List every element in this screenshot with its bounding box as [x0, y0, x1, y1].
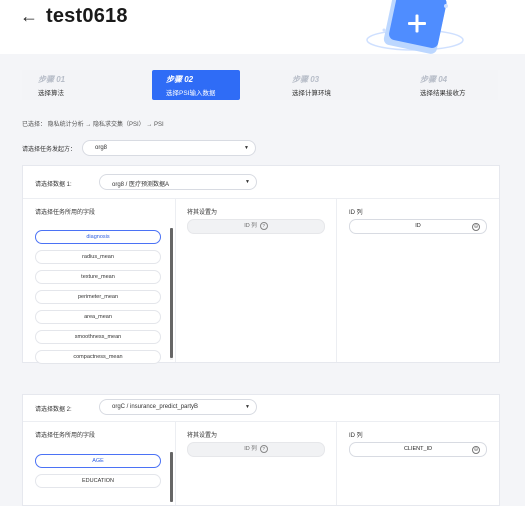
fields-scrollbar-thumb[interactable] [170, 452, 173, 502]
task-illustration-icon [366, 0, 464, 54]
field-item[interactable]: radius_mean [35, 250, 161, 264]
caret-down-icon: ▼ [245, 404, 250, 410]
step-1-label: 选择算法 [38, 90, 64, 97]
dataset-2-select[interactable]: orgC / insurance_predict_partyB ▼ [99, 399, 257, 415]
set-as-id-label: ID 列 [244, 446, 257, 452]
set-as-id-button[interactable]: ID 列? [187, 219, 325, 234]
step-indicator: 步骤 01 选择算法 步骤 02 选择PSI输入数据 步骤 03 选择计算环境 … [22, 70, 498, 100]
set-as-id-button[interactable]: ID 列? [187, 442, 325, 457]
id-column-value: CLIENT_ID [403, 446, 433, 452]
back-arrow-icon[interactable]: ← [20, 6, 38, 27]
set-as-title: 将其设置为 [187, 210, 218, 216]
step-1[interactable]: 步骤 01 选择算法 [24, 70, 112, 100]
field-item[interactable]: diagnosis [35, 230, 161, 244]
page-header: ← test0618 [0, 0, 525, 54]
step-2-number: 步骤 02 [166, 75, 194, 84]
step-4[interactable]: 步骤 04 选择结果接收方 [406, 70, 494, 100]
set-as-id-label: ID 列 [244, 223, 257, 229]
field-item[interactable]: smoothness_mean [35, 330, 161, 344]
step-3-number: 步骤 03 [292, 75, 320, 84]
fields-title: 请选择任务所用的字段 [35, 433, 96, 439]
initiator-select-value: org8 [95, 144, 108, 151]
field-item[interactable]: area_mean [35, 310, 161, 324]
id-column-value: ID [415, 223, 421, 229]
id-column-field[interactable]: ID ⊖ [349, 219, 487, 234]
divider [175, 198, 176, 362]
caret-down-icon: ▼ [244, 145, 249, 151]
step-1-number: 步骤 01 [38, 75, 66, 84]
divider [175, 421, 176, 505]
initiator-label: 请选择任务发起方： [22, 147, 77, 153]
id-column-title: ID 列 [349, 210, 363, 216]
id-column-field[interactable]: CLIENT_ID ⊖ [349, 442, 487, 457]
divider [336, 198, 337, 362]
field-item[interactable]: perimeter_mean [35, 290, 161, 304]
dataset-1-select-value: org8 / 医疗预测数据A [112, 181, 170, 188]
question-circle-icon[interactable]: ? [259, 444, 268, 453]
step-2[interactable]: 步骤 02 选择PSI输入数据 [152, 70, 240, 100]
step-2-label: 选择PSI输入数据 [166, 90, 216, 97]
close-circle-icon[interactable]: ⊖ [472, 223, 480, 231]
close-circle-icon[interactable]: ⊖ [472, 446, 480, 454]
dataset-1-label: 请选择数据 1: [35, 182, 72, 188]
breadcrumb: 已选择： 隐私统计分析 → 隐私求交集（PSI） → PSI [22, 122, 164, 128]
initiator-select[interactable]: org8 ▼ [82, 140, 256, 156]
caret-down-icon: ▼ [245, 179, 250, 185]
field-item[interactable]: compactness_mean [35, 350, 161, 364]
fields-title: 请选择任务所用的字段 [35, 210, 96, 216]
divider [336, 421, 337, 505]
dataset-1-select[interactable]: org8 / 医疗预测数据A ▼ [99, 174, 257, 190]
fields-scrollbar-thumb[interactable] [170, 228, 173, 358]
field-item[interactable]: EDUCATION [35, 474, 161, 488]
step-4-number: 步骤 04 [420, 75, 448, 84]
field-item[interactable]: texture_mean [35, 270, 161, 284]
dataset-2-card: 请选择数据 2: orgC / insurance_predict_partyB… [22, 394, 500, 506]
dataset-2-label: 请选择数据 2: [35, 407, 72, 413]
dataset-2-select-value: orgC / insurance_predict_partyB [112, 403, 199, 410]
dataset-1-card: 请选择数据 1: org8 / 医疗预测数据A ▼ 请选择任务所用的字段 dia… [22, 165, 500, 364]
page-title: test0618 [46, 5, 128, 27]
question-circle-icon[interactable]: ? [259, 221, 268, 230]
set-as-title: 将其设置为 [187, 433, 218, 439]
id-column-title: ID 列 [349, 433, 363, 439]
divider [23, 421, 499, 422]
step-3[interactable]: 步骤 03 选择计算环境 [278, 70, 366, 100]
field-item[interactable]: AGE [35, 454, 161, 468]
step-4-label: 选择结果接收方 [420, 90, 466, 97]
divider [23, 198, 499, 199]
step-3-label: 选择计算环境 [292, 90, 331, 97]
